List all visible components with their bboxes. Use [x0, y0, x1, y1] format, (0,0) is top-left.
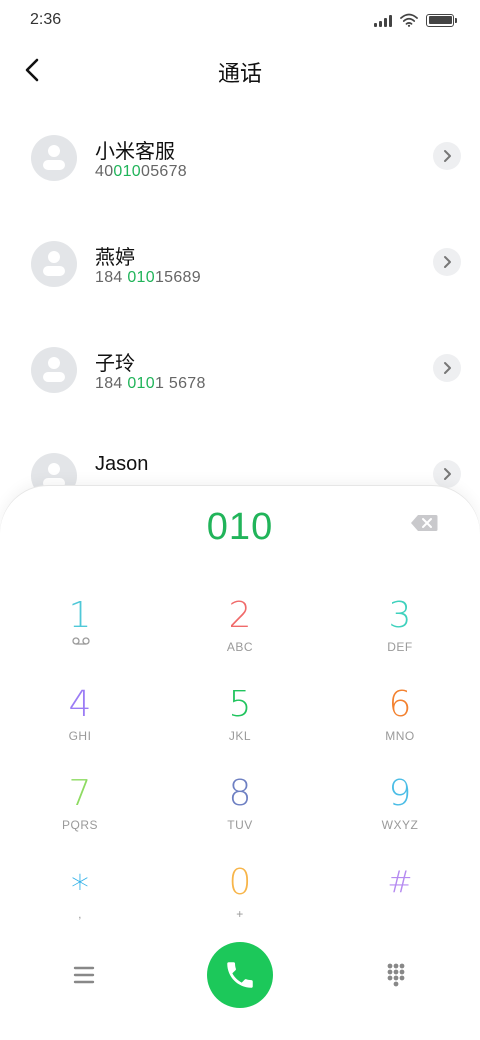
contact-number: 4001005678: [95, 163, 188, 180]
contact-name: Jason: [95, 453, 149, 475]
key-2[interactable]: 2 ABC: [180, 594, 300, 674]
key-letters: PQRS: [61, 818, 98, 832]
page-title: 通话: [217, 61, 262, 86]
dialed-number: 010: [206, 506, 274, 548]
contact-detail-button[interactable]: [433, 142, 461, 170]
menu-button[interactable]: [64, 959, 104, 991]
contact-number: 184 0101 5678: [95, 375, 206, 392]
key-star[interactable]: * ,: [20, 861, 140, 941]
key-digit: 8: [228, 773, 252, 814]
chevron-right-icon: [444, 150, 451, 162]
chevron-right-icon: [444, 256, 451, 268]
dialpad-sheet: 010 1 2 ABC 3 DEF 4 GHI 5 JKL 6 MNO 7 PQ…: [0, 486, 480, 1040]
key-digit: 7: [68, 773, 92, 814]
key-letters: TUV: [227, 818, 253, 832]
contact-name: 小米客服: [95, 141, 175, 163]
contact-item[interactable]: 燕婷 184 01015689: [0, 206, 480, 312]
key-letters: ,: [78, 907, 82, 921]
chevron-right-icon: [444, 362, 451, 374]
avatar: [31, 347, 77, 393]
status-time: 2:36: [30, 11, 62, 28]
key-9[interactable]: 9 WXYZ: [340, 772, 460, 852]
key-digit: #: [387, 865, 413, 900]
key-hash[interactable]: #: [340, 861, 460, 941]
key-7[interactable]: 7 PQRS: [20, 772, 140, 852]
key-0[interactable]: 0 +: [180, 861, 300, 941]
voicemail-icon: [72, 637, 90, 645]
key-digit: 4: [68, 684, 92, 725]
keypad-toggle-button[interactable]: [376, 959, 416, 991]
key-letters: WXYZ: [381, 818, 419, 832]
dialpad-bottom-bar: [0, 942, 480, 1008]
key-1[interactable]: 1: [20, 594, 140, 674]
key-digit: 9: [388, 773, 412, 814]
wifi-icon: [400, 13, 418, 27]
avatar: [31, 135, 77, 181]
key-digit: 6: [388, 684, 412, 725]
key-digit: 0: [228, 862, 252, 903]
number-match: 010: [113, 163, 142, 180]
key-digit: 1: [68, 595, 92, 636]
key-digit: 3: [388, 595, 412, 636]
phone-icon: [227, 962, 253, 988]
key-8[interactable]: 8 TUV: [180, 772, 300, 852]
chevron-right-icon: [444, 468, 451, 480]
key-digit: 5: [228, 684, 252, 725]
contact-item[interactable]: 子玲 184 0101 5678: [0, 312, 480, 418]
key-digit: *: [71, 868, 89, 909]
number-match: 010: [127, 269, 155, 286]
contact-number: 184 01015689: [95, 269, 201, 286]
key-4[interactable]: 4 GHI: [20, 683, 140, 763]
key-letters: JKL: [228, 729, 252, 743]
keypad-icon: [387, 963, 405, 987]
contact-detail-button[interactable]: [433, 460, 461, 488]
key-letters: ABC: [226, 640, 254, 654]
menu-icon: [73, 966, 95, 984]
key-6[interactable]: 6 MNO: [340, 683, 460, 763]
contact-name: 燕婷: [95, 247, 135, 269]
delete-button[interactable]: [410, 514, 444, 538]
key-letters: MNO: [385, 729, 415, 743]
key-5[interactable]: 5 JKL: [180, 683, 300, 763]
status-icons: [374, 11, 457, 29]
key-letters: DEF: [387, 640, 413, 654]
status-bar: 2:36: [0, 0, 480, 40]
nav-bar: 通话: [0, 40, 480, 100]
backspace-icon: [411, 515, 438, 531]
avatar: [31, 241, 77, 287]
key-3[interactable]: 3 DEF: [340, 594, 460, 674]
number-match: 010: [127, 375, 155, 392]
contact-item[interactable]: 小米客服 4001005678: [0, 100, 480, 206]
signal-icon: [374, 14, 392, 27]
key-letters: GHI: [68, 729, 92, 743]
battery-icon: [426, 13, 457, 27]
call-button[interactable]: [207, 942, 273, 1008]
key-letters: +: [236, 907, 244, 921]
contact-detail-button[interactable]: [433, 354, 461, 382]
key-digit: 2: [228, 595, 252, 636]
contact-detail-button[interactable]: [433, 248, 461, 276]
contact-name: 子玲: [95, 353, 135, 375]
